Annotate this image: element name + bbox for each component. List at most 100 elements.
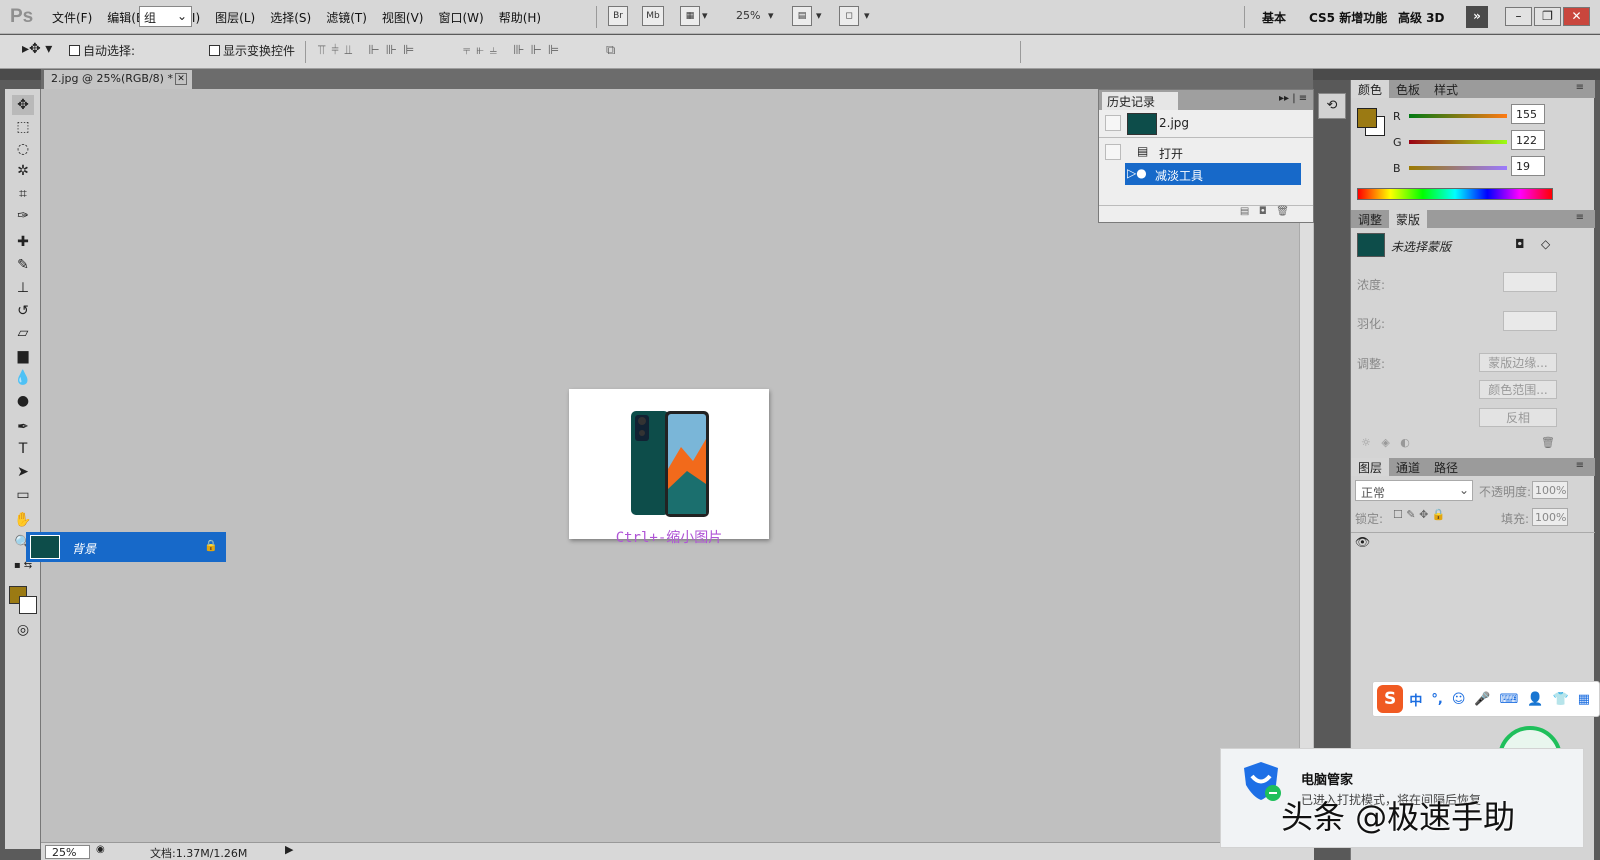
fill-field[interactable]: 100% xyxy=(1532,508,1568,526)
healing-brush-tool-icon[interactable]: ✚ xyxy=(12,232,34,252)
document-image[interactable]: Ctrl+-缩小图片 xyxy=(569,389,769,546)
auto-align-icon[interactable]: ⧉ xyxy=(606,43,621,58)
view-extras-button[interactable]: ▦ xyxy=(680,6,700,26)
history-brush-tool-icon[interactable]: ↺ xyxy=(12,301,34,321)
quick-mask-icon[interactable]: ◎ xyxy=(12,620,34,640)
pen-tool-icon[interactable]: ✒ xyxy=(12,417,34,437)
minibridge-button[interactable]: Mb xyxy=(642,6,664,26)
add-pixel-mask-icon[interactable]: ◘ xyxy=(1515,237,1525,251)
foreground-color-swatch[interactable] xyxy=(1357,108,1377,128)
eyedropper-tool-icon[interactable]: ✑ xyxy=(12,206,34,226)
chevron-down-icon[interactable]: ▾ xyxy=(864,9,870,22)
brush-source-icon[interactable] xyxy=(1105,144,1121,160)
history-snapshot[interactable]: 2.jpg xyxy=(1103,112,1301,135)
auto-select-dropdown[interactable]: 组 ⌄ xyxy=(139,6,192,27)
tab-layers[interactable]: 图层 xyxy=(1351,458,1390,476)
red-slider[interactable] xyxy=(1409,114,1507,118)
microphone-icon[interactable]: 🎤 xyxy=(1474,692,1490,707)
history-item[interactable]: ▤ 打开 xyxy=(1103,141,1301,163)
chevron-down-icon[interactable]: ▾ xyxy=(816,9,822,22)
punctuation-icon[interactable]: °, xyxy=(1431,692,1442,707)
keyboard-icon[interactable]: ⌨ xyxy=(1500,692,1519,707)
trash-icon[interactable]: 🗑 xyxy=(1541,436,1555,449)
tab-masks[interactable]: 蒙版 xyxy=(1389,210,1428,228)
panel-menu-icon[interactable]: ≡ xyxy=(1569,211,1591,224)
tab-paths[interactable]: 路径 xyxy=(1427,458,1465,476)
panel-menu-icon[interactable]: ▸▸ | ≡ xyxy=(1279,93,1307,104)
invert-button[interactable]: 反相 xyxy=(1479,408,1557,427)
apps-grid-icon[interactable]: ▦ xyxy=(1578,692,1590,707)
type-tool-icon[interactable]: T xyxy=(12,439,34,459)
mask-footer-icons[interactable]: ☼ ◈ ◐ xyxy=(1361,436,1410,449)
menu-select[interactable]: 选择(S) xyxy=(270,9,311,26)
tab-color[interactable]: 颜色 xyxy=(1351,80,1390,98)
ime-mode[interactable]: 中 xyxy=(1409,690,1422,709)
crop-tool-icon[interactable]: ⌗ xyxy=(12,184,34,204)
history-item-selected[interactable]: ▷● 减淡工具 xyxy=(1125,163,1301,185)
user-icon[interactable]: 👤 xyxy=(1527,692,1543,707)
status-icon[interactable]: ◉ xyxy=(96,844,105,855)
tab-swatches[interactable]: 色板 xyxy=(1389,80,1427,98)
status-zoom-field[interactable]: 25% xyxy=(45,845,90,859)
chevron-down-icon[interactable]: ▾ xyxy=(768,9,774,22)
blue-slider[interactable] xyxy=(1409,166,1507,170)
layer-row-background[interactable]: 背景 🔒 xyxy=(26,532,226,562)
skin-icon[interactable]: 👕 xyxy=(1553,692,1569,707)
green-value[interactable]: 122 xyxy=(1511,130,1545,150)
workspace-essentials[interactable]: 基本 xyxy=(1262,9,1286,26)
panel-menu-icon[interactable]: ≡ xyxy=(1569,459,1591,472)
lock-icons[interactable]: ☐ ✎ ✥ 🔒 xyxy=(1393,508,1445,521)
mask-edge-button[interactable]: 蒙版边缘... xyxy=(1479,353,1557,372)
workspace-3d[interactable]: 高级 3D xyxy=(1398,9,1445,26)
blue-value[interactable]: 19 xyxy=(1511,156,1545,176)
restore-button[interactable]: ❐ xyxy=(1534,7,1561,26)
tab-styles[interactable]: 样式 xyxy=(1427,80,1465,98)
show-transform-checkbox[interactable]: 显示变换控件 xyxy=(209,42,295,59)
color-spectrum[interactable] xyxy=(1357,188,1553,200)
bridge-button[interactable]: Br xyxy=(608,6,628,26)
eraser-tool-icon[interactable]: ▱ xyxy=(12,323,34,343)
screen-mode-button[interactable]: ◻ xyxy=(839,6,859,26)
panel-menu-icon[interactable]: ≡ xyxy=(1569,81,1591,94)
distribute-buttons-icon[interactable]: ⫧⫦⫨ ⊪⊩⊫ xyxy=(463,43,565,58)
auto-select-checkbox[interactable]: 自动选择: xyxy=(69,42,135,59)
hand-tool-icon[interactable]: ✋ xyxy=(12,510,34,530)
eye-icon[interactable]: 👁 xyxy=(1355,535,1370,549)
checkbox-icon[interactable] xyxy=(69,45,80,56)
background-color-swatch[interactable] xyxy=(19,596,37,614)
minimize-button[interactable]: – xyxy=(1505,7,1532,26)
menu-file[interactable]: 文件(F) xyxy=(52,9,92,26)
sogou-logo[interactable]: S xyxy=(1377,685,1404,713)
close-icon[interactable]: ✕ xyxy=(175,73,187,85)
emoji-icon[interactable]: ☺ xyxy=(1452,692,1466,707)
move-tool-icon[interactable]: ✥ xyxy=(12,95,34,115)
menu-layer[interactable]: 图层(L) xyxy=(215,9,255,26)
menu-filter[interactable]: 滤镜(T) xyxy=(326,9,367,26)
opacity-field[interactable]: 100% xyxy=(1532,481,1568,499)
move-tool-preset-icon[interactable]: ▸✥ ▾ xyxy=(22,41,52,57)
close-button[interactable]: ✕ xyxy=(1563,7,1590,26)
blur-tool-icon[interactable]: 💧 xyxy=(12,368,34,388)
menu-view[interactable]: 视图(V) xyxy=(382,9,424,26)
gradient-tool-icon[interactable]: ▆ xyxy=(12,346,34,366)
green-slider[interactable] xyxy=(1409,140,1507,144)
chevron-down-icon[interactable]: ▾ xyxy=(702,9,708,22)
tab-history[interactable]: 历史记录 xyxy=(1102,92,1178,110)
arrange-documents-button[interactable]: ▤ xyxy=(792,6,812,26)
play-right-icon[interactable]: ▶ xyxy=(285,843,293,856)
blend-mode-dropdown[interactable]: 正常 ⌄ xyxy=(1355,480,1473,501)
document-tab[interactable]: 2.jpg @ 25%(RGB/8) * ✕ xyxy=(44,70,192,89)
shape-tool-icon[interactable]: ▭ xyxy=(12,485,34,505)
menu-window[interactable]: 窗口(W) xyxy=(438,9,483,26)
zoom-level[interactable]: 25% xyxy=(736,9,760,22)
history-panel-icon[interactable]: ⟲ xyxy=(1318,93,1346,119)
lasso-tool-icon[interactable]: ◌ xyxy=(12,139,34,159)
color-range-button[interactable]: 颜色范围... xyxy=(1479,380,1557,399)
brush-tool-icon[interactable]: ✎ xyxy=(12,255,34,275)
red-value[interactable]: 155 xyxy=(1511,104,1545,124)
density-field[interactable] xyxy=(1503,272,1557,292)
more-workspaces-icon[interactable]: » xyxy=(1466,6,1488,28)
checkbox-icon[interactable] xyxy=(209,45,220,56)
brush-source-icon[interactable] xyxy=(1105,115,1121,131)
tab-adjustments[interactable]: 调整 xyxy=(1351,210,1389,228)
